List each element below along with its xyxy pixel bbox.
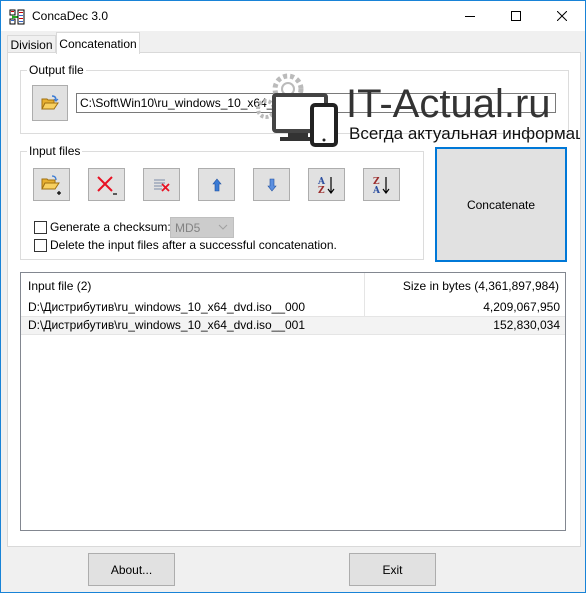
column-header-input-file[interactable]: Input file (2) [28,279,91,293]
list-row[interactable]: D:\Дистрибутив\ru_windows_10_x64_dvd.iso… [21,316,565,335]
delete-input-files-checkbox[interactable] [34,239,47,252]
arrow-up-icon [211,178,222,191]
checksum-algorithm-value: MD5 [175,221,201,235]
window-title: ConcaDec 3.0 [32,9,109,23]
remove-file-button[interactable] [88,168,125,201]
delete-x-icon [96,175,117,195]
minimize-button[interactable] [447,1,493,31]
watermark-brand: IT-Actual.ru [346,82,551,126]
concatenate-button[interactable]: Concatenate [435,147,567,262]
watermark-tagline: Всегда актуальная информация [349,124,580,143]
maximize-button[interactable] [493,1,539,31]
move-down-button[interactable] [253,168,290,201]
it-actual-watermark-logo: IT-Actual.ru Всегда актуальная информаци… [256,73,580,147]
row-file-size: 4,209,067,950 [483,300,560,314]
input-files-label: Input files [27,144,83,158]
chevron-down-icon [218,224,228,230]
generate-checksum-checkbox[interactable] [34,221,47,234]
row-file-path: D:\Дистрибутив\ru_windows_10_x64_dvd.iso… [28,318,306,332]
add-files-button[interactable] [33,168,70,201]
sort-az-icon: A Z [317,176,334,195]
folder-open-icon [41,95,59,110]
maximize-icon [511,11,521,21]
clear-list-icon [153,179,170,192]
sort-ascending-button[interactable]: A Z [308,168,345,201]
svg-text:A: A [372,186,381,195]
close-icon [557,11,567,21]
browse-output-button[interactable] [32,85,68,121]
input-files-list[interactable]: Input file (2) Size in bytes (4,361,897,… [20,272,566,531]
title-bar: ConcaDec 3.0 [1,1,585,31]
app-window: ConcaDec 3.0 Division Concatenation Outp… [0,0,586,593]
folder-add-icon [40,174,61,195]
list-header: Input file (2) Size in bytes (4,361,897,… [21,273,565,297]
list-row[interactable]: D:\Дистрибутив\ru_windows_10_x64_dvd.iso… [21,299,565,316]
row-file-size: 152,830,034 [493,318,560,332]
row-file-path: D:\Дистрибутив\ru_windows_10_x64_dvd.iso… [28,300,306,314]
tab-concatenation[interactable]: Concatenation [56,32,140,54]
sort-za-icon: Z A [372,176,389,195]
svg-text:Z: Z [318,186,325,195]
column-header-size[interactable]: Size in bytes (4,361,897,984) [403,279,559,293]
checksum-algorithm-select: MD5 [170,217,234,238]
delete-input-files-label: Delete the input files after a successfu… [50,238,337,252]
generate-checksum-label: Generate a checksum: [50,220,171,234]
app-icon [9,9,25,25]
close-button[interactable] [539,1,585,31]
minimize-icon [465,16,475,17]
sort-descending-button[interactable]: Z A [363,168,400,201]
exit-button[interactable]: Exit [349,553,436,586]
clear-list-button[interactable] [143,168,180,201]
output-file-label: Output file [27,63,86,77]
about-button[interactable]: About... [88,553,175,586]
arrow-down-icon [266,178,277,191]
move-up-button[interactable] [198,168,235,201]
